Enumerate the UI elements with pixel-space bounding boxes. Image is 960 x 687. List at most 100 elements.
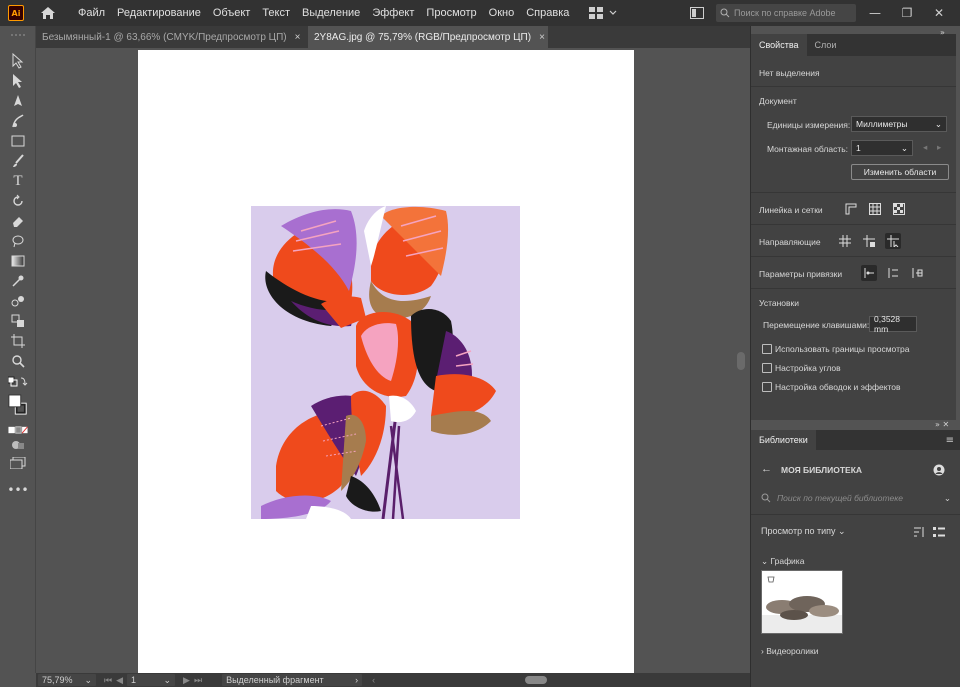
eyedropper-tool-icon[interactable] [8,272,28,290]
rectangle-tool-icon[interactable] [8,132,28,150]
tools-panel: T ••• [0,26,36,673]
snap-to-pixel-icon[interactable] [885,265,901,281]
videos-section[interactable]: › Видеоролики [761,646,818,656]
menu-view[interactable]: Просмотр [420,0,482,26]
status-mode-field[interactable]: Выделенный фрагмент › [222,674,363,686]
pen-tool-icon[interactable] [8,92,28,110]
artboard-label: Монтажная область: [767,144,849,154]
list-view-icon[interactable] [931,524,947,540]
show-guides-icon[interactable] [837,233,853,249]
menu-select[interactable]: Выделение [296,0,366,26]
menu-type[interactable]: Текст [256,0,296,26]
tab-2y8ag[interactable]: 2Y8AG.jpg @ 75,79% (RGB/Предпросмотр ЦП)… [308,26,548,48]
tab-properties[interactable]: Свойства [751,34,807,56]
guides-label: Направляющие [759,237,821,247]
tab-untitled-1[interactable]: Безымянный-1 @ 63,66% (CMYK/Предпросмотр… [36,26,308,48]
next-artboard-icon[interactable]: ▶ [183,675,190,686]
type-tool-icon[interactable]: T [8,172,28,190]
canvas-area[interactable] [36,48,750,673]
scroll-left-icon[interactable]: ‹ [372,675,375,685]
more-tools-icon[interactable]: ••• [7,481,28,499]
panel-scrollbar[interactable] [737,352,745,370]
library-graphic-thumbnail[interactable] [761,570,843,634]
transparency-grid-icon[interactable] [891,201,907,217]
divider [751,192,956,193]
lasso-tool-icon[interactable] [8,232,28,250]
blend-tool-icon[interactable] [8,292,28,310]
collapse-panels-icon[interactable]: » [940,28,945,37]
toolbar-collapse-icon[interactable] [8,32,28,38]
workspace-switcher[interactable] [589,7,617,19]
help-search-input[interactable]: Поиск по справке Adobe [716,4,856,22]
view-by-type-dropdown[interactable]: Просмотр по типу ⌄ [761,526,846,537]
close-tab-icon[interactable]: × [539,32,545,43]
maximize-button[interactable]: ❐ [894,3,920,23]
status-bar: 75,79% ⌄ ⏮ ◀ 1 ⌄ ▶ ⏭ Выделенный фрагмент… [36,673,750,687]
last-artboard-icon[interactable]: ⏭ [194,675,202,686]
menu-effect[interactable]: Эффект [366,0,420,26]
rotate-tool-icon[interactable] [8,192,28,210]
minimize-button[interactable]: — [862,3,888,23]
artboard-dropdown[interactable]: 1 ⌄ [851,140,913,156]
keyboard-increment-field[interactable]: 0,3528 mm [869,314,917,334]
horizontal-scroll-thumb[interactable] [525,676,548,684]
artboard-number-field[interactable]: 1 ⌄ [127,674,176,686]
panel-menu-icon[interactable]: ≡ [946,435,954,446]
snap-to-point-icon[interactable] [861,265,877,281]
grid-icon[interactable] [867,201,883,217]
menu-window[interactable]: Окно [483,0,521,26]
first-artboard-icon[interactable]: ⏮ [104,675,112,686]
chevron-down-icon: ⌄ [163,674,172,685]
checkbox-use-preview-bounds[interactable] [762,344,772,354]
sort-icon[interactable] [911,524,927,540]
checkbox-scale-corners[interactable] [762,363,772,373]
menu-object[interactable]: Объект [207,0,256,26]
artboard-next-icon[interactable]: ▸ [937,142,941,153]
arrange-documents-icon[interactable] [684,3,710,23]
selection-tool-icon[interactable] [8,52,28,70]
zoom-tool-icon[interactable] [8,352,28,370]
artboard-number: 1 [131,675,137,685]
drawing-mode-icon[interactable] [8,436,28,454]
user-icon[interactable] [931,462,947,478]
menu-help[interactable]: Справка [520,0,575,26]
edit-artboards-button[interactable]: Изменить области [851,164,949,180]
back-arrow-icon[interactable]: ← [761,463,772,475]
direct-selection-tool-icon[interactable] [8,72,28,90]
collapse-panels-icon[interactable]: » ✕ [935,420,949,429]
close-window-button[interactable]: ✕ [926,3,952,23]
placed-image-flowers[interactable] [251,206,520,519]
preferences-section-title: Установки [759,298,800,308]
checkbox-label: Настройка обводок и эффектов [775,382,901,392]
artboard[interactable] [138,50,634,673]
checkbox-scale-strokes-effects[interactable] [762,382,772,392]
paintbrush-tool-icon[interactable] [8,152,28,170]
shape-builder-tool-icon[interactable] [8,312,28,330]
swap-fill-stroke-icon[interactable] [8,373,28,391]
library-search-input[interactable]: Поиск по текущей библиотеке ⌄ [761,490,951,506]
artboard-prev-icon[interactable]: ◂ [923,142,927,153]
tab-libraries[interactable]: Библиотеки [751,430,816,450]
chevron-down-icon: ⌄ [900,142,908,153]
screen-mode-icon[interactable] [8,454,28,472]
fill-stroke-swatch[interactable] [8,392,28,418]
artboard-tool-icon[interactable] [8,332,28,350]
zoom-field[interactable]: 75,79% ⌄ [38,674,96,686]
close-tab-icon[interactable]: × [295,32,301,43]
smart-guides-icon[interactable] [885,233,901,249]
prev-artboard-icon[interactable]: ◀ [116,675,123,686]
snap-to-glyph-icon[interactable] [909,265,925,281]
ruler-icon[interactable] [843,201,859,217]
home-icon[interactable] [38,3,58,23]
menu-file[interactable]: Файл [72,0,111,26]
units-dropdown[interactable]: Миллиметры ⌄ [851,116,947,132]
gradient-tool-icon[interactable] [8,252,28,270]
document-section-title: Документ [759,96,797,106]
tab-layers[interactable]: Слои [807,34,845,56]
menu-edit[interactable]: Редактирование [111,0,207,26]
graphics-section[interactable]: ⌄ Графика [761,556,804,567]
graphics-section-label: Графика [770,556,805,566]
lock-guides-icon[interactable] [861,233,877,249]
curvature-tool-icon[interactable] [8,112,28,130]
eraser-tool-icon[interactable] [8,212,28,230]
